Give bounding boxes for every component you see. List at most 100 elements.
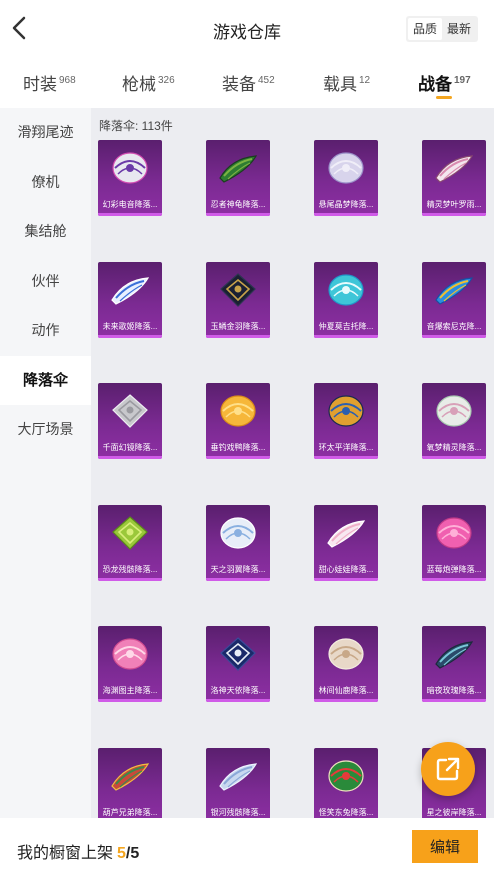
parachute-item-name: 怪笑东兔降落... [318, 807, 374, 817]
edit-button[interactable]: 编辑 [412, 830, 478, 863]
parachute-item-name: 星之彼岸降落... [426, 807, 482, 817]
parachute-item-name: 仲夏莫吉托降... [318, 321, 374, 331]
parachute-thumbnail-icon [112, 394, 148, 428]
parachute-thumbnail-icon [111, 762, 150, 791]
tab-count: 968 [59, 75, 76, 86]
sort-toggle: 品质 最新 [406, 16, 478, 42]
parachute-thumbnail-icon [220, 272, 256, 307]
showcase-bar: 我的橱窗上架 5/5 编辑 [0, 818, 494, 875]
parachute-item-card[interactable]: 怪笑东兔降落... [314, 747, 378, 818]
parachute-item-card[interactable]: 未来歌姬降落... [98, 261, 162, 338]
parachute-thumbnail-icon [328, 273, 364, 306]
tab-label: 时装 [23, 75, 57, 94]
parachute-thumbnail-icon [327, 519, 366, 548]
parachute-item-name: 银河残骸降落... [210, 807, 266, 817]
parachute-item-card[interactable]: 垂钓戏鸭降落... [206, 383, 270, 459]
share-button[interactable] [421, 742, 475, 796]
parachute-item-card[interactable]: 甜心娃娃降落... [314, 504, 378, 581]
parachute-item-name: 千面幻镜降落... [102, 443, 158, 452]
parachute-item-card[interactable]: 天之羽翼降落... [206, 504, 270, 581]
parachute-item-name: 垂钓戏鸭降落... [210, 443, 266, 452]
parachute-thumbnail-icon [112, 515, 148, 550]
parachute-item-card[interactable]: 蓝莓炮弹降落... [422, 504, 486, 581]
parachute-item-name: 精灵梦叶罗雨... [426, 200, 482, 209]
parachute-item-name: 海渊图主降落... [102, 686, 158, 695]
parachute-item-name: 恐龙残骸降落... [102, 564, 158, 574]
sort-quality-option[interactable]: 品质 [408, 18, 442, 40]
parachute-item-name: 未来歌姬降落... [102, 321, 158, 331]
parachute-item-card[interactable]: 暗夜玫瑰降落... [422, 626, 486, 702]
parachute-thumbnail-icon [328, 759, 364, 792]
parachute-item-card[interactable]: 银河残骸降落... [206, 747, 270, 818]
tab-vehicles[interactable]: 载具 12 [323, 70, 370, 95]
parachute-thumbnail-icon [111, 276, 150, 305]
tab-fashion[interactable]: 时装 968 [23, 70, 76, 95]
sort-latest-option[interactable]: 最新 [442, 18, 476, 40]
tab-readiness[interactable]: 战备 197 [418, 70, 471, 99]
parachute-thumbnail-icon [220, 395, 256, 427]
parachute-thumbnail-icon [435, 155, 474, 183]
parachute-item-card[interactable]: 精灵梦叶罗雨... [422, 140, 486, 216]
sidebar-item-rally-pod[interactable]: 集结舱 [0, 207, 91, 257]
item-panel: 降落伞: 113件 幻彩电音降落... 忍者神龟降落... 悬尾晶梦降落... … [91, 108, 494, 818]
parachute-item-card[interactable]: 环太平洋降落... [314, 383, 378, 459]
sidebar-item-partner[interactable]: 伙伴 [0, 257, 91, 307]
tab-label: 载具 [323, 75, 357, 94]
parachute-item-card[interactable]: 忍者神龟降落... [206, 140, 270, 216]
sidebar-item-parachute[interactable]: 降落伞 [0, 355, 91, 405]
subcategory-sidebar: 滑翔尾迹 僚机 集结舱 伙伴 动作 降落伞 大厅场景 [0, 108, 91, 818]
parachute-item-name: 洛神天依降落... [210, 686, 266, 695]
parachute-thumbnail-icon [220, 637, 256, 671]
tab-count: 12 [359, 75, 371, 86]
showcase-current: 5 [117, 845, 126, 862]
parachute-item-card[interactable]: 玉鳞金羽降落... [206, 261, 270, 338]
parachute-item-card[interactable]: 氧梦精灵降落... [422, 383, 486, 459]
parachute-item-name: 氧梦精灵降落... [426, 443, 482, 452]
tab-equipment[interactable]: 装备 452 [222, 70, 275, 95]
share-external-icon [436, 757, 460, 781]
parachute-item-name: 暗夜玫瑰降落... [426, 686, 482, 695]
tab-label: 枪械 [122, 75, 156, 94]
parachute-thumbnail-icon [219, 762, 258, 791]
parachute-item-card[interactable]: 林间仙鹿降落... [314, 626, 378, 702]
parachute-item-name: 幻彩电音降落... [102, 200, 158, 209]
parachute-item-name: 蓝莓炮弹降落... [426, 564, 482, 574]
parachute-item-name: 环太平洋降落... [318, 443, 374, 452]
top-bar: 游戏仓库 品质 最新 [0, 0, 494, 58]
parachute-thumbnail-icon [328, 152, 364, 184]
parachute-item-card[interactable]: 千面幻镜降落... [98, 383, 162, 459]
tab-label: 装备 [222, 75, 256, 94]
sidebar-item-lobby-scene[interactable]: 大厅场景 [0, 405, 91, 455]
parachute-thumbnail-icon [219, 155, 258, 183]
tab-count: 197 [454, 75, 471, 86]
showcase-total: /5 [125, 845, 140, 862]
showcase-status: 我的橱窗上架 5/5 [17, 839, 139, 863]
showcase-label: 我的橱窗上架 [17, 845, 114, 862]
parachute-item-card[interactable]: 洛神天依降落... [206, 626, 270, 702]
sidebar-item-emote[interactable]: 动作 [0, 306, 91, 356]
parachute-thumbnail-icon [436, 395, 472, 427]
parachute-thumbnail-icon [112, 638, 148, 670]
parachute-item-card[interactable]: 海渊图主降落... [98, 626, 162, 702]
category-tabs: 时装 968 枪械 326 装备 452 载具 12 战备 197 [0, 58, 494, 108]
parachute-thumbnail-icon [435, 276, 474, 305]
tab-firearms[interactable]: 枪械 326 [122, 70, 175, 95]
item-count: 降落伞: 113件 [99, 119, 173, 133]
tab-label: 战备 [418, 75, 452, 94]
parachute-thumbnail-icon [112, 152, 148, 184]
parachute-item-card[interactable]: 音爆索尼克降... [422, 261, 486, 338]
parachute-thumbnail-icon [328, 395, 364, 427]
parachute-item-card[interactable]: 幻彩电音降落... [98, 140, 162, 216]
tab-count: 452 [258, 75, 275, 86]
parachute-item-card[interactable]: 悬尾晶梦降落... [314, 140, 378, 216]
sidebar-item-wingman[interactable]: 僚机 [0, 158, 91, 208]
parachute-item-name: 音爆索尼克降... [426, 321, 482, 331]
parachute-item-name: 葫芦兄弟降落... [102, 807, 158, 817]
parachute-item-card[interactable]: 恐龙残骸降落... [98, 504, 162, 581]
sidebar-item-glide-trail[interactable]: 滑翔尾迹 [0, 108, 91, 158]
parachute-item-name: 玉鳞金羽降落... [210, 321, 266, 331]
parachute-item-name: 天之羽翼降落... [210, 564, 266, 574]
parachute-item-card[interactable]: 葫芦兄弟降落... [98, 747, 162, 818]
parachute-item-name: 甜心娃娃降落... [318, 564, 374, 574]
parachute-item-card[interactable]: 仲夏莫吉托降... [314, 261, 378, 338]
